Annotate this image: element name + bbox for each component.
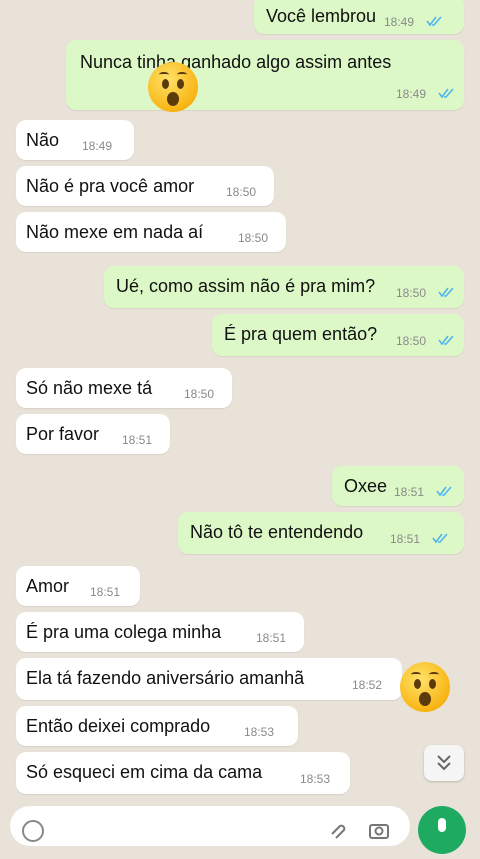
- message-time: 18:51: [394, 485, 425, 499]
- astonished-face-icon: [148, 62, 198, 112]
- message-bubble-incoming[interactable]: Por favor 18:51: [16, 414, 170, 454]
- double-chevron-down-icon: [437, 755, 451, 771]
- message-time: 18:49: [384, 15, 415, 29]
- message-text: Não: [26, 130, 60, 150]
- message-time: 18:52: [352, 678, 383, 692]
- message-time: 18:50: [238, 231, 269, 245]
- message-time: 18:51: [390, 532, 421, 546]
- message-text: Nunca tinha ganhado algo assim antes: [80, 52, 392, 72]
- read-receipt-icon: [432, 533, 448, 544]
- read-receipt-icon: [438, 335, 454, 346]
- message-time: 18:50: [184, 387, 215, 401]
- message-bubble-incoming[interactable]: Amor 18:51: [16, 566, 140, 606]
- message-bubble-outgoing[interactable]: Não tô te entendendo 18:51: [178, 512, 464, 554]
- message-bubble-outgoing[interactable]: Você lembrou 18:49: [254, 0, 464, 34]
- message-bubble-incoming[interactable]: É pra uma colega minha 18:51: [16, 612, 304, 652]
- message-time: 18:49: [396, 87, 427, 101]
- message-text: Amor: [26, 576, 70, 596]
- message-text: Ela tá fazendo aniversário amanhã: [26, 668, 305, 688]
- message-bubble-incoming[interactable]: Só não mexe tá 18:50: [16, 368, 232, 408]
- message-text: Ué, como assim não é pra mim?: [116, 276, 376, 296]
- camera-icon[interactable]: [368, 820, 390, 840]
- microphone-icon: [438, 818, 446, 832]
- message-bubble-incoming[interactable]: Só esqueci em cima da cama 18:53: [16, 752, 350, 794]
- message-text: Não mexe em nada aí: [26, 222, 204, 242]
- message-time: 18:53: [300, 772, 331, 786]
- emoji-icon[interactable]: [22, 820, 44, 842]
- message-text: Por favor: [26, 424, 100, 444]
- message-time: 18:51: [122, 433, 153, 447]
- message-bubble-incoming[interactable]: Então deixei comprado 18:53: [16, 706, 298, 746]
- chat-area: Você lembrou 18:49 Nunca tinha ganhado a…: [0, 0, 480, 854]
- message-time: 18:51: [256, 631, 287, 645]
- message-bubble-outgoing[interactable]: É pra quem então? 18:50: [212, 314, 464, 356]
- astonished-face-icon: [400, 662, 450, 712]
- message-time: 18:51: [90, 585, 121, 599]
- message-time: 18:50: [226, 185, 257, 199]
- message-text: É pra uma colega minha: [26, 622, 222, 642]
- message-bubble-outgoing[interactable]: Ué, como assim não é pra mim? 18:50: [104, 266, 464, 308]
- message-text: Você lembrou: [266, 6, 377, 26]
- message-text: Não tô te entendendo: [190, 522, 364, 542]
- message-bubble-outgoing[interactable]: Nunca tinha ganhado algo assim antes 18:…: [66, 40, 464, 110]
- scroll-to-bottom-button[interactable]: [424, 745, 464, 781]
- message-text: Só esqueci em cima da cama: [26, 762, 263, 782]
- message-text: Não é pra você amor: [26, 176, 195, 196]
- message-bubble-outgoing[interactable]: Oxee 18:51: [332, 466, 464, 506]
- message-bubble-incoming[interactable]: Não mexe em nada aí 18:50: [16, 212, 286, 252]
- message-input[interactable]: [10, 806, 410, 846]
- message-time: 18:53: [244, 725, 275, 739]
- message-text: É pra quem então?: [224, 324, 378, 344]
- message-bubble-incoming[interactable]: Não 18:49: [16, 120, 134, 160]
- read-receipt-icon: [438, 287, 454, 298]
- message-text: Oxee: [344, 476, 388, 496]
- message-time: 18:50: [396, 334, 427, 348]
- read-receipt-icon: [426, 16, 442, 27]
- paperclip-icon[interactable]: [326, 820, 346, 840]
- message-bubble-incoming[interactable]: Não é pra você amor 18:50: [16, 166, 274, 206]
- message-time: 18:50: [396, 286, 427, 300]
- read-receipt-icon: [436, 486, 452, 497]
- message-time: 18:49: [82, 139, 113, 153]
- message-bubble-incoming[interactable]: Ela tá fazendo aniversário amanhã 18:52: [16, 658, 402, 700]
- message-text: Então deixei comprado: [26, 716, 211, 736]
- read-receipt-icon: [438, 88, 454, 99]
- microphone-button[interactable]: [418, 806, 466, 854]
- message-text: Só não mexe tá: [26, 378, 153, 398]
